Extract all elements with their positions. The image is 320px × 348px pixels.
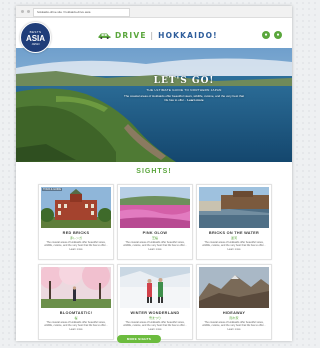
- card-title: RED BRICKS: [62, 231, 90, 235]
- header-search-button[interactable]: ●: [274, 31, 282, 39]
- hero-banner: LET'S GO! THE ULTIMATE GUIDE TO NORTHERN…: [16, 48, 292, 162]
- card-badge: TOUR & GUIDE: [42, 188, 63, 191]
- card-title: WINTER WONDERLAND: [130, 311, 180, 315]
- card-description: The coastal areas of Hokkaido offer beau…: [202, 241, 266, 251]
- card-description: The coastal areas of Hokkaido offer beau…: [44, 241, 108, 251]
- card-title: BRICKS ON THE WATER: [208, 231, 260, 235]
- url-bar[interactable]: hokkaido-drive.site / hokkaido-drive.asi…: [33, 8, 130, 17]
- card-title: HIDEAWAY: [222, 311, 246, 315]
- sight-card-hideaway[interactable]: HIDEAWAY 隠れ家 The coastal areas of Hokkai…: [196, 264, 272, 340]
- brand[interactable]: DRIVE | HOKKAIDO!: [98, 31, 218, 40]
- hero-text: LET'S GO! THE ULTIMATE GUIDE TO NORTHERN…: [124, 76, 244, 102]
- sight-card-winter-wonderland[interactable]: WINTER WONDERLAND 雪まつり The coastal areas…: [117, 264, 193, 340]
- hero-title: LET'S GO!: [153, 76, 215, 86]
- card-image-bricks-on-the-water: [199, 187, 269, 228]
- header-menu-button[interactable]: ●: [262, 31, 270, 39]
- hero-description: The coastal areas of Hokkaido offer beau…: [124, 94, 244, 102]
- card-subtitle-jp: 桜: [74, 316, 78, 320]
- sights-heading: SIGHTS!: [136, 168, 172, 175]
- page-frame: hokkaido-drive.site / hokkaido-drive.asi…: [16, 6, 292, 341]
- brand-word-drive: DRIVE: [115, 31, 147, 40]
- card-subtitle-jp: 隠れ家: [229, 316, 239, 320]
- card-description: The coastal areas of Hokkaido offer beau…: [123, 241, 187, 251]
- hero-learn-more-link[interactable]: Learn more: [187, 98, 203, 102]
- browser-bar: hokkaido-drive.site / hokkaido-drive.asi…: [16, 6, 292, 18]
- brand-separator: |: [150, 31, 155, 40]
- card-image-winter-wonderland: [120, 267, 190, 308]
- sight-card-pink-glow[interactable]: PINK GLOW 芝桜 The coastal areas of Hokkai…: [117, 184, 193, 260]
- card-title: PINK GLOW: [142, 231, 168, 235]
- card-subtitle-jp: 雪まつり: [148, 316, 161, 320]
- more-sights-button[interactable]: MORE SIGHTS: [117, 335, 161, 343]
- card-description: The coastal areas of Hokkaido offer beau…: [123, 321, 187, 331]
- sight-card-red-bricks[interactable]: TOUR & GUIDE RED BRICKS 赤レンガ The coastal…: [38, 184, 114, 260]
- car-icon: [98, 33, 111, 39]
- brand-word-hokkaido: HOKKAIDO!: [158, 31, 218, 40]
- card-image-red-bricks: [41, 187, 111, 228]
- card-image-pink-glow: [120, 187, 190, 228]
- card-image-hideaway: [199, 267, 269, 308]
- hero-subtitle: THE ULTIMATE GUIDE TO NORTHERN JAPAN: [146, 88, 222, 92]
- logo-line-3: JAPAN: [31, 43, 40, 46]
- sight-card-bricks-on-the-water[interactable]: BRICKS ON THE WATER 運河 The coastal areas…: [196, 184, 272, 260]
- card-image-bloomtastic: [41, 267, 111, 308]
- card-subtitle-jp: 芝桜: [151, 236, 158, 240]
- site-logo[interactable]: BESTS ASIA JAPAN: [20, 22, 51, 53]
- brand-title: DRIVE | HOKKAIDO!: [115, 31, 218, 40]
- card-description: The coastal areas of Hokkaido offer beau…: [44, 321, 108, 331]
- hero-description-text: The coastal areas of Hokkaido offer beau…: [124, 94, 245, 102]
- sight-card-bloomtastic[interactable]: BLOOMTASTIC! 桜 The coastal areas of Hokk…: [38, 264, 114, 340]
- card-subtitle-jp: 赤レンガ: [69, 236, 82, 240]
- card-title: BLOOMTASTIC!: [59, 311, 93, 315]
- card-subtitle-jp: 運河: [230, 236, 237, 240]
- hero-image: [16, 48, 292, 162]
- card-description: The coastal areas of Hokkaido offer beau…: [202, 321, 266, 331]
- logo-line-2: ASIA: [25, 34, 46, 43]
